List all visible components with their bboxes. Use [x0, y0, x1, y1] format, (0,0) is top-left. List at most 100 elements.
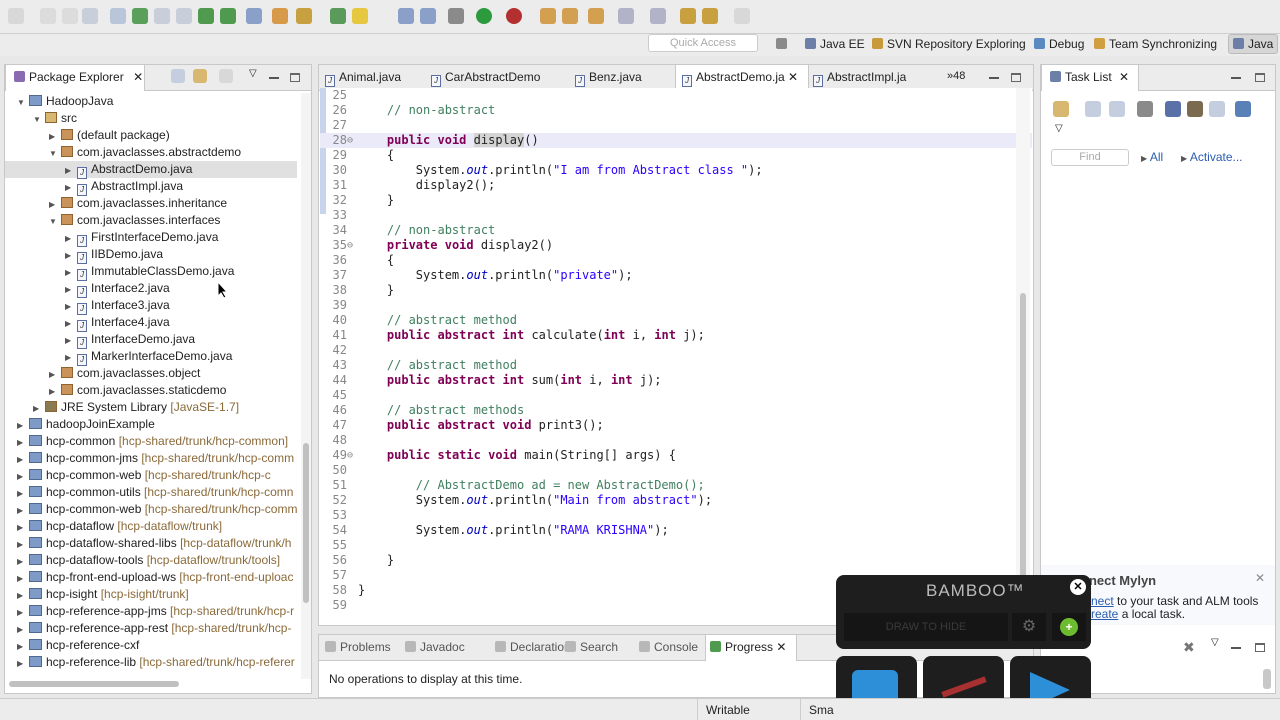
minimize-icon[interactable] [1231, 647, 1241, 649]
connect-link[interactable]: nect [1091, 594, 1114, 608]
tree-item[interactable]: ▶ hcp-common-jms [hcp-shared/trunk/hcp-co… [17, 450, 294, 467]
all-filter[interactable]: ▶ All [1141, 150, 1163, 164]
perspective-java[interactable]: Java [1228, 34, 1279, 54]
collapsed-arrow-icon[interactable]: ▶ [49, 128, 61, 145]
code-line[interactable]: 45 [320, 388, 1032, 403]
gear-icon[interactable]: ⚙ [1012, 613, 1046, 641]
tab-task-list[interactable]: Task List ✕ [1041, 65, 1139, 91]
editor-tab[interactable]: J Benz.java [575, 70, 642, 87]
collapsed-arrow-icon[interactable]: ▶ [17, 468, 29, 485]
bottom-tab[interactable]: Search [565, 640, 618, 654]
bamboo-widget[interactable]: BAMBOO™ ✕ DRAW TO HIDE ⚙ + [836, 575, 1091, 649]
perspective-team-sync[interactable]: Team Synchronizing [1094, 37, 1217, 51]
close-icon[interactable]: ✕ [773, 640, 786, 654]
view-menu-icon[interactable]: ▽ [1055, 123, 1063, 134]
bottom-tab[interactable]: Progress ✕ [705, 635, 797, 661]
collapsed-arrow-icon[interactable]: ▶ [33, 400, 45, 417]
tree-item[interactable]: ▶ J InterfaceDemo.java [65, 331, 195, 349]
tree-item[interactable]: ▶ J IIBDemo.java [65, 246, 163, 264]
tree-item[interactable]: ▶ J Interface4.java [65, 314, 170, 332]
focus-icon[interactable] [219, 69, 233, 83]
external-tools-icon[interactable] [506, 8, 522, 24]
next-annotation-icon[interactable] [618, 8, 634, 24]
code-line[interactable]: 52 System.out.println("Main from abstrac… [320, 493, 1032, 508]
collapsed-arrow-icon[interactable]: ▶ [17, 434, 29, 451]
collapsed-arrow-icon[interactable]: ▶ [65, 332, 77, 349]
maximize-icon[interactable] [290, 73, 300, 82]
code-line[interactable]: 46 // abstract methods [320, 403, 1032, 418]
tree-item[interactable]: ▶ hcp-common-utils [hcp-shared/trunk/hcp-… [17, 484, 293, 501]
code-line[interactable]: 38 } [320, 283, 1032, 298]
code-line[interactable]: 47 public abstract void print3(); [320, 418, 1032, 433]
code-line[interactable]: 39 [320, 298, 1032, 313]
collapsed-arrow-icon[interactable]: ▶ [49, 366, 61, 383]
paragraph-icon[interactable] [420, 8, 436, 24]
tree-item[interactable]: ▶ J AbstractImpl.java [65, 178, 183, 196]
code-line[interactable]: 29 { [320, 148, 1032, 163]
expanded-arrow-icon[interactable]: ▼ [33, 111, 45, 128]
editor-scrollbar[interactable] [1016, 88, 1030, 614]
open-type-icon[interactable] [540, 8, 556, 24]
bottom-tab[interactable]: Javadoc [405, 640, 465, 654]
code-line[interactable]: 49 ⊖ public static void main(String[] arg… [320, 448, 1032, 463]
expanded-arrow-icon[interactable]: ▼ [17, 94, 29, 111]
collapsed-arrow-icon[interactable]: ▶ [17, 604, 29, 621]
collapsed-arrow-icon[interactable]: ▶ [17, 655, 29, 672]
block-icon[interactable] [398, 8, 414, 24]
tab-overflow[interactable]: »48 [947, 70, 965, 82]
code-line[interactable]: 30 System.out.println("I am from Abstrac… [320, 163, 1032, 178]
collapsed-arrow-icon[interactable]: ▶ [17, 553, 29, 570]
add-button[interactable]: + [1052, 613, 1086, 641]
tree-item[interactable]: ▶ com.javaclasses.object [49, 365, 200, 382]
collapsed-arrow-icon[interactable]: ▶ [65, 264, 77, 281]
tree-item[interactable]: ▶ hcp-reference-app-rest [hcp-shared/trun… [17, 620, 291, 637]
bottom-tab[interactable]: Console [639, 640, 698, 654]
tree-item[interactable]: ▶ hcp-front-end-upload-ws [hcp-front-end-… [17, 569, 293, 586]
fold-icon[interactable]: ⊖ [347, 238, 353, 253]
list-icon[interactable] [154, 8, 170, 24]
code-editor[interactable]: 25 26 // non-abstract 27 28 ⊖ public void di… [320, 88, 1032, 614]
code-line[interactable]: 25 [320, 88, 1032, 103]
tree-item[interactable]: ▼ src [33, 110, 77, 127]
maximize-icon[interactable] [1255, 73, 1265, 82]
collapsed-arrow-icon[interactable]: ▶ [65, 247, 77, 264]
tree-scrollbar[interactable] [301, 93, 311, 679]
code-line[interactable]: 55 [320, 538, 1032, 553]
expanded-arrow-icon[interactable]: ▼ [49, 213, 61, 230]
sync-icon[interactable] [1187, 101, 1203, 117]
collapsed-arrow-icon[interactable]: ▶ [65, 162, 77, 179]
tree-item[interactable]: ▶ com.javaclasses.inheritance [49, 195, 227, 212]
collapsed-arrow-icon[interactable]: ▶ [17, 536, 29, 553]
view-menu-icon[interactable]: ▽ [249, 68, 257, 79]
collapsed-arrow-icon[interactable]: ▶ [17, 519, 29, 536]
run-icon[interactable] [476, 8, 492, 24]
code-line[interactable]: 54 System.out.println("RAMA KRISHNA"); [320, 523, 1032, 538]
code-line[interactable]: 51 // AbstractDemo ad = new AbstractDemo… [320, 478, 1032, 493]
collapsed-arrow-icon[interactable]: ▶ [17, 587, 29, 604]
print-icon[interactable] [82, 8, 98, 24]
tree-item[interactable]: ▶ hcp-common-web [hcp-shared/trunk/hcp-c [17, 467, 271, 484]
tree-item[interactable]: ▶ J FirstInterfaceDemo.java [65, 229, 218, 247]
open-perspective-icon[interactable] [776, 37, 791, 51]
code-line[interactable]: 35 ⊖ private void display2() [320, 238, 1032, 253]
pin-icon[interactable]: ✖ [1183, 639, 1199, 655]
close-icon[interactable]: ✕ [133, 70, 143, 84]
code-line[interactable]: 56 } [320, 553, 1032, 568]
maximize-icon[interactable] [1011, 73, 1021, 82]
tree-scroll-thumb[interactable] [303, 443, 309, 603]
collapse-icon[interactable] [1209, 101, 1225, 117]
tree-item[interactable]: ▶ hcp-dataflow-shared-libs [hcp-dataflow/… [17, 535, 291, 552]
save-icon[interactable] [40, 8, 56, 24]
code-line[interactable]: 53 [320, 508, 1032, 523]
perspective-java-ee[interactable]: Java EE [805, 37, 865, 51]
gear-icon[interactable] [448, 8, 464, 24]
perspective-debug[interactable]: Debug [1034, 37, 1084, 51]
minimize-icon[interactable] [269, 77, 279, 79]
refresh-icon[interactable] [296, 8, 312, 24]
open-folder-icon[interactable] [562, 8, 578, 24]
collapsed-arrow-icon[interactable]: ▶ [17, 502, 29, 519]
hide-completed-icon[interactable] [1137, 101, 1153, 117]
repositories-icon[interactable] [1235, 101, 1251, 117]
perspective-svn[interactable]: SVN Repository Exploring [872, 37, 1026, 51]
collapsed-arrow-icon[interactable]: ▶ [17, 451, 29, 468]
